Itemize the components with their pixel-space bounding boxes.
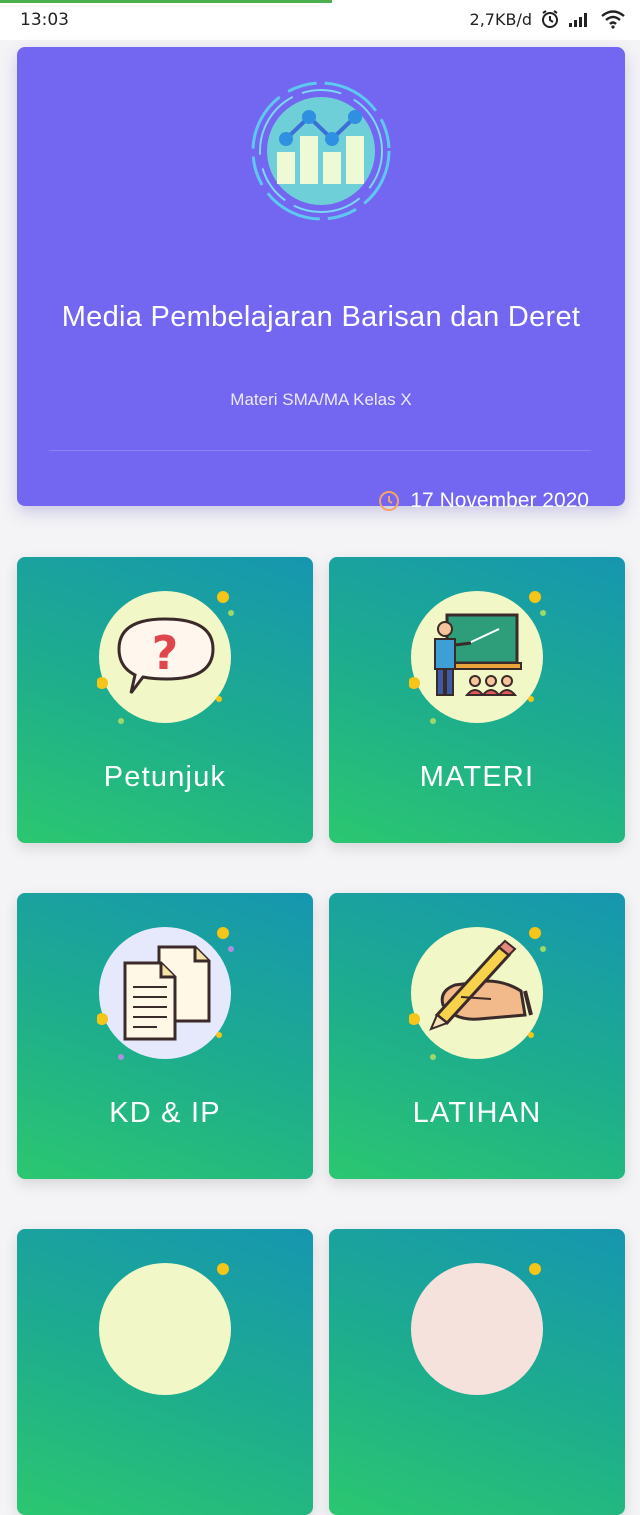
wifi-icon — [600, 9, 626, 29]
date-row: 17 November 2020 — [378, 489, 589, 513]
documents-icon — [97, 927, 234, 1060]
menu-illustration-partial-icon — [411, 1263, 543, 1395]
menu-card-partial-left[interactable] — [17, 1229, 313, 1515]
page-subtitle: Materi SMA/MA Kelas X — [230, 390, 412, 409]
teacher-board-icon — [409, 591, 546, 724]
menu-illustration-partial-icon — [99, 1263, 231, 1395]
clock-icon — [379, 491, 400, 511]
menu-card-materi[interactable]: MATERI — [329, 557, 625, 843]
status-time: 13:03 — [20, 10, 69, 30]
status-bar: 13:03 2,7KB/d — [0, 0, 640, 40]
header-card: Media Pembelajaran Barisan dan Deret Mat… — [17, 47, 625, 512]
menu-label-kd-ip: KD & IP — [109, 1097, 221, 1129]
date-label: 17 November 2020 — [410, 489, 589, 512]
menu-card-kd-ip[interactable]: KD & IP — [17, 893, 313, 1179]
menu-label-petunjuk: Petunjuk — [103, 761, 227, 793]
menu-label-materi: MATERI — [419, 761, 535, 793]
chart-logo-icon — [251, 81, 391, 221]
divider — [49, 450, 591, 451]
svg-text:?: ? — [152, 626, 179, 680]
hand-writing-icon — [409, 927, 546, 1060]
menu-label-latihan: LATIHAN — [412, 1097, 542, 1129]
signal-icon — [568, 10, 592, 28]
question-bubble-icon: ? — [97, 591, 234, 724]
status-icons: 2,7KB/d — [470, 9, 626, 29]
alarm-icon — [540, 9, 560, 29]
page-title: Media Pembelajaran Barisan dan Deret — [61, 301, 581, 333]
menu-card-partial-right[interactable] — [329, 1229, 625, 1515]
menu-card-latihan[interactable]: LATIHAN — [329, 893, 625, 1179]
menu-card-petunjuk[interactable]: ? Petunjuk — [17, 557, 313, 843]
network-speed: 2,7KB/d — [469, 9, 532, 29]
page-load-progress — [0, 0, 332, 3]
